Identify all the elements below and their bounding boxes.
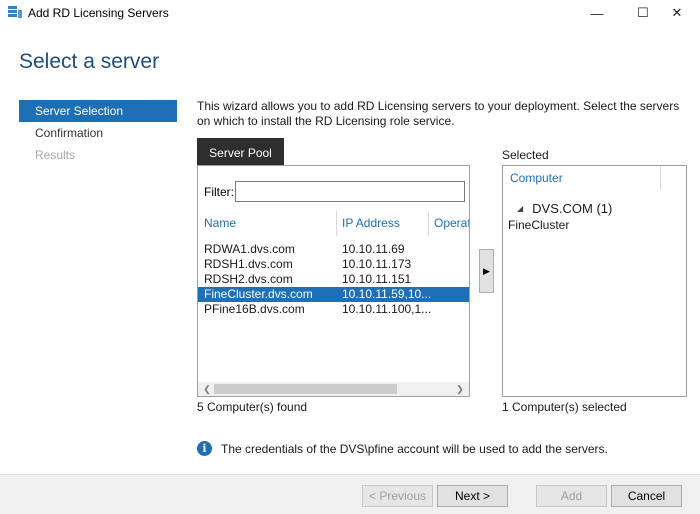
- wizard-description: This wizard allows you to add RD Licensi…: [197, 99, 680, 128]
- column-header-operating-system[interactable]: Operat: [434, 211, 469, 236]
- table-row[interactable]: PFine16B.dvs.com 10.10.11.100,1...: [198, 302, 469, 317]
- domain-group-label: DVS.COM (1): [532, 201, 613, 216]
- horizontal-scrollbar[interactable]: ❮ ❯: [198, 382, 469, 396]
- minimize-icon: —: [590, 5, 604, 21]
- computers-selected-status: 1 Computer(s) selected: [502, 400, 627, 414]
- server-name: RDSH1.dvs.com: [204, 257, 293, 271]
- server-ip: 10.10.11.59,10...: [342, 287, 432, 301]
- domain-group[interactable]: ◢ DVS.COM (1): [517, 201, 612, 216]
- cancel-button[interactable]: Cancel: [611, 485, 682, 507]
- info-icon: i: [197, 441, 212, 456]
- column-divider[interactable]: [336, 211, 337, 236]
- scrollbar-thumb[interactable]: [214, 384, 397, 394]
- table-row[interactable]: RDWA1.dvs.com 10.10.11.69: [198, 242, 469, 257]
- page-title: Select a server: [19, 50, 160, 73]
- step-server-selection[interactable]: Server Selection: [19, 100, 177, 122]
- window-title: Add RD Licensing Servers: [28, 6, 169, 20]
- step-confirmation[interactable]: Confirmation: [19, 122, 177, 144]
- selected-label: Selected: [502, 148, 549, 162]
- arrow-right-icon: ▶: [483, 265, 490, 276]
- scroll-right-icon[interactable]: ❯: [453, 382, 467, 396]
- column-divider[interactable]: [428, 211, 429, 236]
- server-ip: 10.10.11.173: [342, 257, 412, 271]
- close-button[interactable]: ✕: [654, 0, 700, 26]
- add-button[interactable]: Add: [536, 485, 607, 507]
- server-ip: 10.10.11.69: [342, 242, 405, 256]
- server-ip: 10.10.11.151: [342, 272, 412, 286]
- title-bar: Add RD Licensing Servers — ☐ ✕: [0, 0, 700, 26]
- server-manager-icon: [8, 6, 22, 18]
- filter-label: Filter:: [204, 185, 234, 199]
- maximize-icon: ☐: [637, 5, 649, 20]
- column-header-name[interactable]: Name: [204, 211, 236, 236]
- wizard-steps: Server Selection Confirmation Results: [19, 100, 177, 166]
- column-header-ip-address[interactable]: IP Address: [342, 211, 400, 236]
- column-divider[interactable]: [660, 166, 661, 190]
- wizard-footer: < Previous Next > Add Cancel: [0, 474, 700, 514]
- server-rows: RDWA1.dvs.com 10.10.11.69 RDSH1.dvs.com …: [198, 242, 469, 317]
- collapse-triangle-icon[interactable]: ◢: [517, 204, 523, 213]
- tab-server-pool[interactable]: Server Pool: [197, 138, 284, 166]
- scroll-left-icon[interactable]: ❮: [200, 382, 214, 396]
- add-to-selected-button[interactable]: ▶: [479, 249, 494, 293]
- server-pool-list: Filter: Name IP Address Operat RDWA1.dvs…: [197, 165, 470, 397]
- column-header-computer[interactable]: Computer: [510, 171, 563, 185]
- table-row[interactable]: RDSH1.dvs.com 10.10.11.173: [198, 257, 469, 272]
- step-results: Results: [35, 148, 76, 162]
- table-row-selected[interactable]: FineCluster.dvs.com 10.10.11.59,10...: [198, 287, 469, 302]
- minimize-button[interactable]: —: [574, 0, 620, 26]
- table-row[interactable]: RDSH2.dvs.com 10.10.11.151: [198, 272, 469, 287]
- previous-button[interactable]: < Previous: [362, 485, 433, 507]
- server-name: PFine16B.dvs.com: [204, 302, 305, 316]
- selected-computer-item[interactable]: FineCluster: [508, 218, 569, 232]
- server-ip: 10.10.11.100,1...: [342, 302, 432, 316]
- server-name: RDWA1.dvs.com: [204, 242, 295, 256]
- selected-list: Computer ◢ DVS.COM (1) FineCluster: [502, 165, 687, 397]
- next-button[interactable]: Next >: [437, 485, 508, 507]
- filter-input[interactable]: [235, 181, 465, 202]
- server-name: RDSH2.dvs.com: [204, 272, 293, 286]
- computers-found-status: 5 Computer(s) found: [197, 400, 308, 414]
- credentials-info-text: The credentials of the DVS\pfine account…: [221, 442, 608, 456]
- server-name: FineCluster.dvs.com: [204, 287, 313, 301]
- close-icon: ✕: [671, 5, 683, 20]
